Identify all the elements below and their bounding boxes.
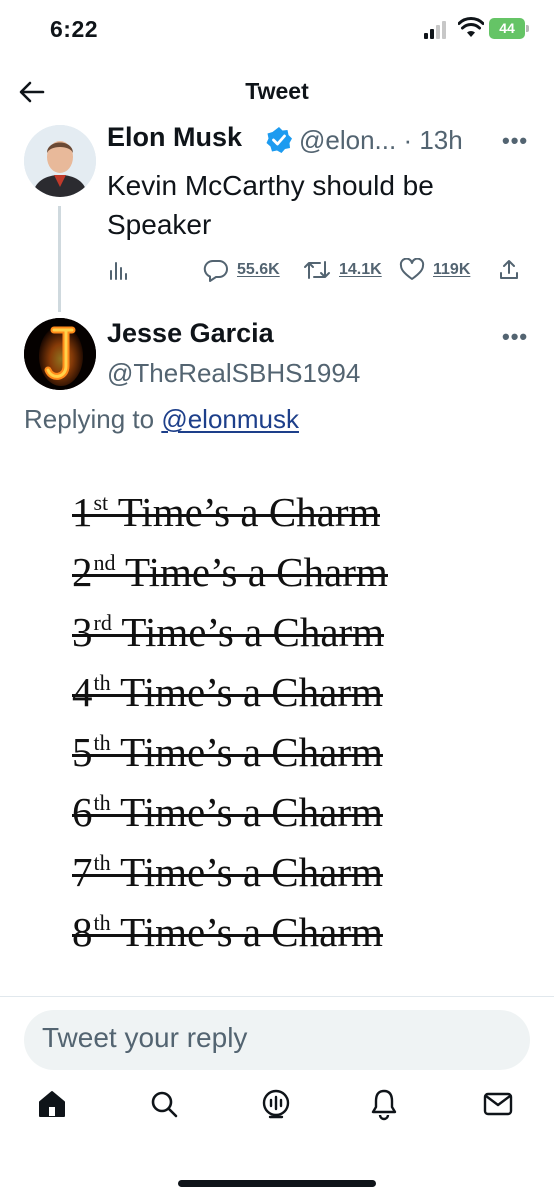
meme-line-text: Time’s a Charm	[120, 789, 383, 835]
thread-line	[58, 206, 61, 312]
meme-image[interactable]: 1st Time’s a Charm 2nd Time’s a Charm 3r…	[72, 488, 502, 968]
reply-author-handle[interactable]: @TheRealSBHS1994	[107, 358, 360, 389]
meme-ordinal-number: 7	[72, 849, 93, 895]
strikethrough-line	[72, 634, 385, 637]
meme-line-text: Time’s a Charm	[120, 669, 383, 715]
meme-line: 1st Time’s a Charm	[72, 488, 381, 548]
home-indicator	[178, 1180, 376, 1187]
timestamp: · 13h	[396, 125, 463, 155]
replying-prefix: Replying to	[24, 404, 162, 434]
author-handle: @elon... · 13h	[299, 125, 463, 156]
meme-ordinal-suffix: nd	[93, 550, 116, 575]
reply-icon	[203, 259, 228, 282]
meme-line-text: Time’s a Charm	[120, 849, 383, 895]
meme-ordinal-suffix: th	[93, 670, 111, 695]
meme-ordinal-number: 2	[72, 549, 93, 595]
spaces-icon[interactable]	[258, 1086, 294, 1122]
meme-ordinal-number: 3	[72, 609, 93, 655]
author-name[interactable]: Elon Musk	[107, 122, 242, 153]
analytics-button[interactable]	[107, 256, 129, 284]
strikethrough-line	[72, 934, 383, 937]
more-options-icon[interactable]: •••	[502, 128, 528, 154]
retweet-icon	[304, 261, 330, 279]
meme-line-text: Time’s a Charm	[125, 549, 388, 595]
meme-line: 4th Time’s a Charm	[72, 668, 383, 728]
wifi-icon	[458, 17, 484, 37]
strikethrough-line	[72, 574, 388, 577]
like-button[interactable]: 119K	[399, 256, 470, 284]
reply-avatar[interactable]	[24, 318, 96, 390]
battery-icon: 44	[489, 18, 529, 39]
messages-icon[interactable]	[480, 1086, 516, 1122]
home-icon[interactable]	[34, 1086, 70, 1122]
meme-line-text: Time’s a Charm	[121, 609, 385, 655]
page-title: Tweet	[245, 78, 309, 104]
meme-line-text: Time’s a Charm	[120, 909, 383, 955]
verified-badge-icon	[266, 127, 292, 153]
meme-line: 8th Time’s a Charm	[72, 908, 383, 968]
search-icon[interactable]	[146, 1086, 182, 1122]
reply-placeholder: Tweet your reply	[42, 1022, 248, 1053]
meme-ordinal-suffix: rd	[93, 610, 112, 635]
meme-ordinal-suffix: th	[93, 850, 111, 875]
meme-line: 3rd Time’s a Charm	[72, 608, 385, 668]
cellular-signal-icon	[424, 19, 450, 39]
meme-line: 6th Time’s a Charm	[72, 788, 383, 848]
meme-ordinal-number: 8	[72, 909, 93, 955]
reply-author-name[interactable]: Jesse Garcia	[107, 318, 274, 349]
strikethrough-line	[72, 694, 383, 697]
reply-more-options-icon[interactable]: •••	[502, 324, 528, 350]
heart-icon	[399, 258, 425, 280]
share-icon	[500, 260, 518, 279]
replying-to: Replying to @elonmusk	[24, 404, 299, 435]
meme-ordinal-suffix: st	[93, 490, 109, 515]
reply-button[interactable]: 55.6K	[203, 256, 280, 284]
replying-to-link[interactable]: @elonmusk	[161, 404, 299, 434]
meme-ordinal-suffix: th	[93, 790, 111, 815]
strikethrough-line	[72, 814, 383, 817]
reply-count: 55.6K	[237, 261, 280, 278]
notifications-icon[interactable]	[366, 1086, 402, 1122]
meme-line-text: Time’s a Charm	[120, 729, 383, 775]
handle-text[interactable]: @elon...	[299, 125, 396, 155]
tweet-text: Kevin McCarthy should be Speaker	[107, 170, 434, 240]
strikethrough-line	[72, 874, 383, 877]
meme-line: 5th Time’s a Charm	[72, 728, 383, 788]
strikethrough-line	[72, 754, 383, 757]
meme-ordinal-number: 4	[72, 669, 93, 715]
like-count: 119K	[433, 261, 471, 278]
divider	[0, 996, 554, 997]
meme-line: 7th Time’s a Charm	[72, 848, 383, 908]
retweet-count: 14.1K	[339, 261, 382, 278]
analytics-icon	[110, 262, 127, 280]
meme-ordinal-number: 6	[72, 789, 93, 835]
meme-line: 2nd Time’s a Charm	[72, 548, 388, 608]
share-button[interactable]	[497, 256, 521, 284]
meme-ordinal-suffix: th	[93, 910, 111, 935]
retweet-button[interactable]: 14.1K	[303, 256, 382, 284]
meme-line-text: Time’s a Charm	[117, 489, 381, 535]
meme-ordinal-number: 1	[72, 489, 93, 535]
strikethrough-line	[72, 514, 381, 517]
status-time: 6:22	[50, 16, 99, 42]
meme-ordinal-suffix: th	[93, 730, 111, 755]
meme-ordinal-number: 5	[72, 729, 93, 775]
avatar[interactable]	[24, 125, 96, 197]
tweet-actions: 55.6K 14.1K 119K	[107, 256, 527, 284]
